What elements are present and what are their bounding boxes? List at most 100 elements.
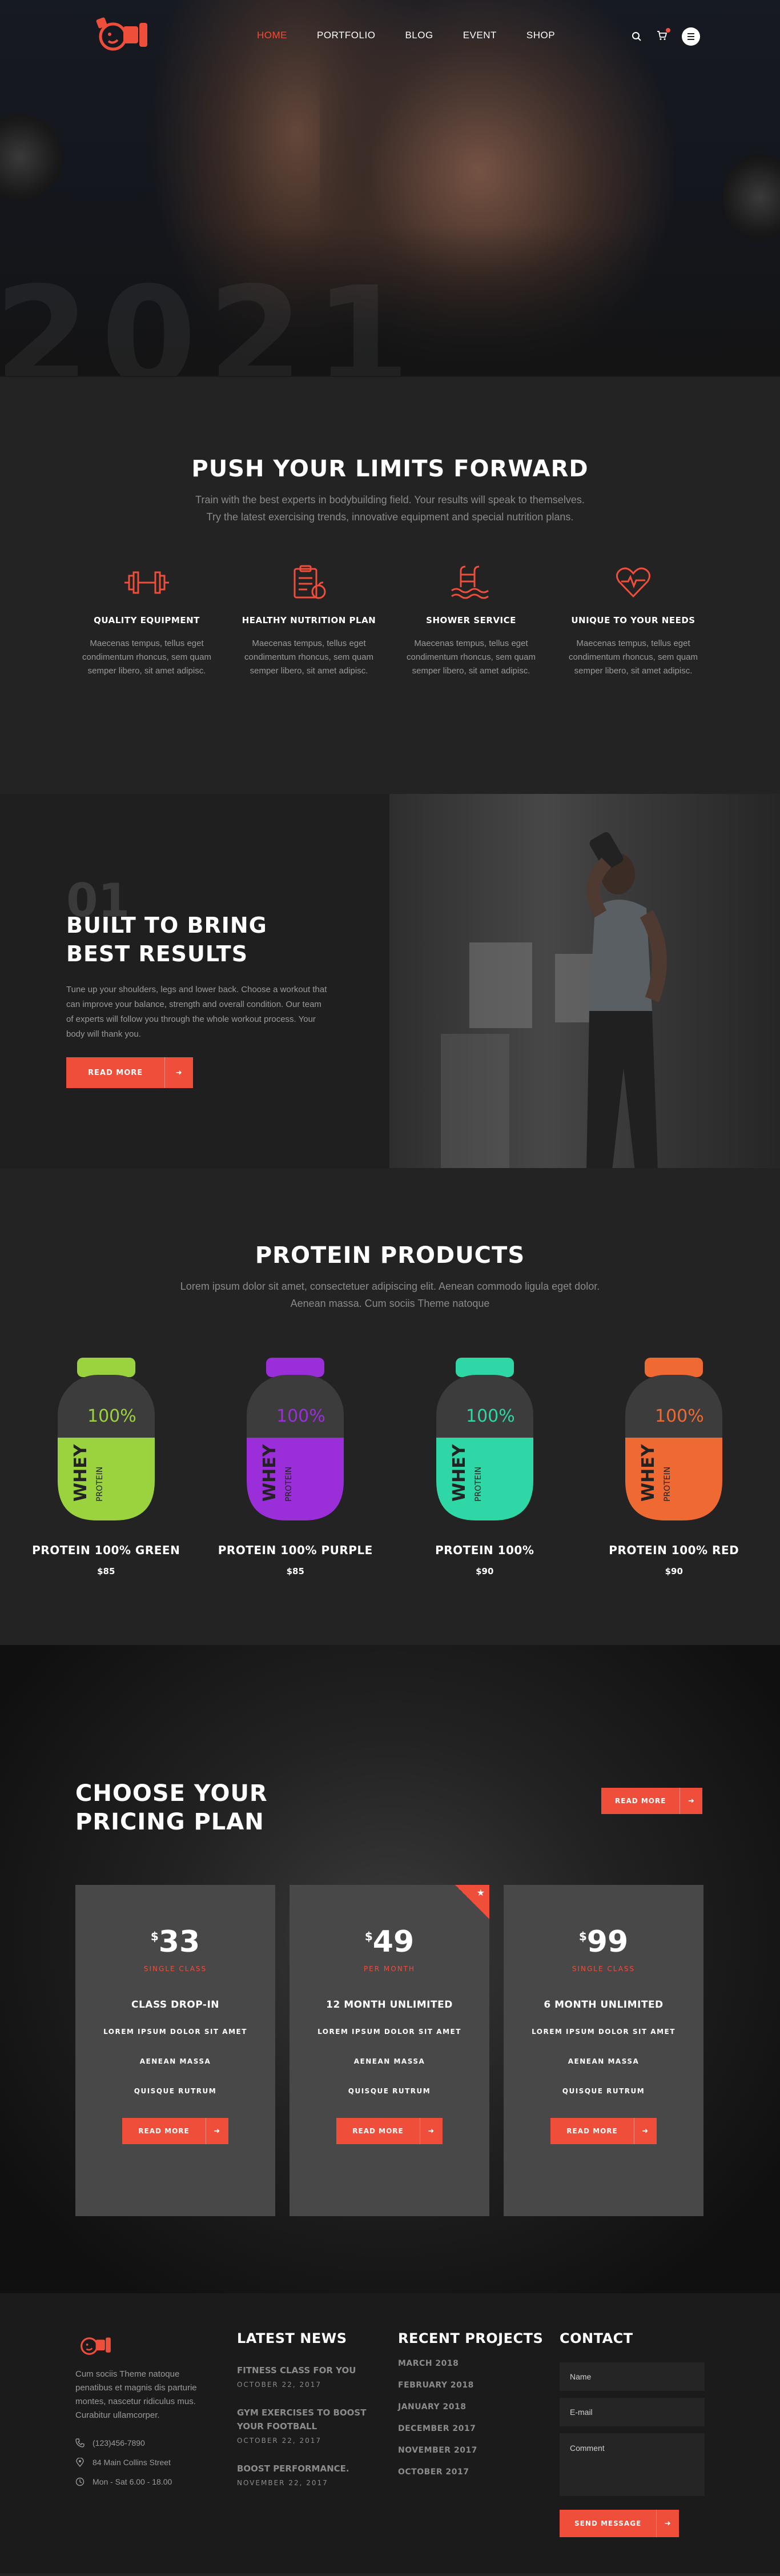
featured-ribbon: ★ bbox=[455, 1885, 489, 1919]
nav-home[interactable]: HOME bbox=[257, 30, 287, 41]
plan-price: $33 bbox=[150, 1925, 200, 1959]
project-link[interactable]: DECEMBER 2017 bbox=[398, 2424, 543, 2433]
site-logo[interactable] bbox=[91, 11, 154, 57]
clipboard-apple-icon bbox=[293, 565, 326, 599]
woman-athlete-image bbox=[586, 832, 667, 1168]
news-link[interactable]: FITNESS CLASS FOR YOU bbox=[237, 2364, 385, 2377]
footer-phone[interactable]: (123)456-7890 bbox=[93, 2438, 145, 2447]
features-subtitle: Train with the best experts in bodybuild… bbox=[195, 494, 585, 523]
about-text: Tune up your shoulders, legs and lower b… bbox=[66, 985, 327, 1039]
hero-section: 2021 HOME PORTFOLIO BLOG EVENT SHOP bbox=[0, 0, 780, 377]
arrow-right-icon: ➜ bbox=[656, 2510, 679, 2537]
athlete-drinking-image bbox=[389, 794, 780, 1168]
cart-badge bbox=[666, 27, 670, 33]
features-title: PUSH YOUR LIMITS FORWARD bbox=[191, 456, 589, 482]
plan-read-more-button[interactable]: READ MORE ➜ bbox=[550, 2118, 657, 2144]
pricing-card-featured: ★ $49 PER MONTH 12 MONTH UNLIMITED LOREM… bbox=[290, 1885, 489, 2216]
hamburger-icon bbox=[687, 33, 694, 34]
svg-text:WHEY: WHEY bbox=[71, 1443, 91, 1502]
plan-period: SINGLE CLASS bbox=[143, 1965, 207, 1973]
footer-recent-projects: RECENT PROJECTS MARCH 2018 FEBRUARY 2018… bbox=[398, 2330, 543, 2477]
project-link[interactable]: FEBRUARY 2018 bbox=[398, 2381, 543, 2390]
footer-hours: Mon - Sat 6.00 - 18.00 bbox=[93, 2477, 172, 2486]
protein-jar-image: 100% WHEY PROTEIN bbox=[436, 1358, 533, 1520]
plan-period: SINGLE CLASS bbox=[572, 1965, 636, 1973]
plan-features: LOREM IPSUM DOLOR SIT AMET AENEAN MASSA … bbox=[532, 2028, 676, 2095]
product-name: PROTEIN 100% PURPLE bbox=[218, 1543, 373, 1557]
pricing-card: $33 SINGLE CLASS CLASS DROP-IN LOREM IPS… bbox=[75, 1885, 275, 2216]
nav-portfolio[interactable]: PORTFOLIO bbox=[317, 30, 375, 41]
product-name: PROTEIN 100% RED bbox=[609, 1543, 739, 1557]
news-link[interactable]: BOOST PERFORMANCE. bbox=[237, 2462, 385, 2475]
news-date: OCTOBER 22, 2017 bbox=[237, 2381, 322, 2389]
feature-item: QUALITY EQUIPMENT Maecenas tempus, tellu… bbox=[75, 564, 218, 678]
products-subtitle: Lorem ipsum dolor sit amet, consectetuer… bbox=[180, 1281, 600, 1309]
svg-text:WHEY: WHEY bbox=[449, 1443, 469, 1502]
arrow-right-icon: ➜ bbox=[205, 2118, 228, 2144]
plan-read-more-button[interactable]: READ MORE ➜ bbox=[122, 2118, 228, 2144]
plan-price: $99 bbox=[578, 1925, 629, 1959]
protein-jar-image: 100% WHEY PROTEIN bbox=[57, 1358, 155, 1520]
project-link[interactable]: NOVEMBER 2017 bbox=[398, 2446, 543, 2455]
feature-item: UNIQUE TO YOUR NEEDS Maecenas tempus, te… bbox=[562, 564, 705, 678]
product-price: $85 bbox=[286, 1566, 304, 1576]
project-link[interactable]: JANUARY 2018 bbox=[398, 2402, 543, 2412]
contact-heading: CONTACT bbox=[560, 2330, 633, 2346]
email-field[interactable] bbox=[560, 2398, 705, 2426]
plan-period: PER MONTH bbox=[363, 1965, 416, 1973]
news-item: GYM EXERCISES TO BOOST YOUR FOOTBALL OCT… bbox=[237, 2406, 385, 2445]
heart-pulse-icon bbox=[616, 567, 650, 598]
feature-text: Maecenas tempus, tellus eget condimentum… bbox=[82, 639, 211, 676]
product-card[interactable]: 100% WHEY PROTEIN PROTEIN 100% GREEN $85 bbox=[21, 1358, 192, 1576]
footer-latest-news: LATEST NEWS FITNESS CLASS FOR YOU OCTOBE… bbox=[237, 2330, 385, 2487]
product-name: PROTEIN 100% bbox=[435, 1543, 534, 1557]
send-message-button[interactable]: SEND MESSAGE ➜ bbox=[560, 2510, 680, 2537]
search-icon[interactable] bbox=[632, 31, 642, 42]
star-icon: ★ bbox=[476, 1888, 485, 1898]
protein-jar-image: 100% WHEY PROTEIN bbox=[625, 1358, 723, 1520]
project-link[interactable]: MARCH 2018 bbox=[398, 2359, 543, 2368]
products-title: PROTEIN PRODUCTS bbox=[255, 1242, 525, 1269]
clock-icon bbox=[75, 2477, 85, 2486]
projects-heading: RECENT PROJECTS bbox=[398, 2330, 544, 2346]
product-card[interactable]: 100% WHEY PROTEIN PROTEIN 100% PURPLE $85 bbox=[210, 1358, 381, 1576]
cart-button[interactable] bbox=[657, 27, 670, 43]
footer-logo[interactable] bbox=[75, 2330, 115, 2359]
plan-read-more-button[interactable]: READ MORE ➜ bbox=[336, 2118, 443, 2144]
news-item: FITNESS CLASS FOR YOU OCTOBER 22, 2017 bbox=[237, 2364, 385, 2389]
plan-name: 12 MONTH UNLIMITED bbox=[326, 1999, 453, 2011]
site-footer: Cum sociis Theme natoque penatibus et ma… bbox=[0, 2293, 780, 2573]
svg-text:PROTEIN: PROTEIN bbox=[284, 1467, 293, 1502]
footer-about-text: Cum sociis Theme natoque penatibus et ma… bbox=[75, 2369, 197, 2420]
features-section: PUSH YOUR LIMITS FORWARD Train with the … bbox=[0, 377, 780, 794]
comment-field[interactable] bbox=[560, 2433, 705, 2496]
news-heading: LATEST NEWS bbox=[237, 2330, 347, 2346]
news-date: NOVEMBER 22, 2017 bbox=[237, 2479, 328, 2487]
feature-text: Maecenas tempus, tellus eget condimentum… bbox=[244, 639, 373, 676]
nav-shop[interactable]: SHOP bbox=[526, 30, 555, 41]
nav-event[interactable]: EVENT bbox=[463, 30, 497, 41]
product-name: PROTEIN 100% GREEN bbox=[32, 1543, 180, 1557]
main-navigation: HOME PORTFOLIO BLOG EVENT SHOP bbox=[0, 0, 780, 69]
svg-text:PROTEIN: PROTEIN bbox=[474, 1467, 483, 1502]
protein-jar-image: 100% WHEY PROTEIN bbox=[247, 1358, 344, 1520]
pricing-read-more-button[interactable]: READ MORE ➜ bbox=[601, 1788, 703, 1814]
feature-title: HEALTHY NUTRITION PLAN bbox=[242, 615, 376, 625]
menu-toggle-button[interactable] bbox=[682, 27, 700, 46]
project-link[interactable]: OCTOBER 2017 bbox=[398, 2467, 543, 2477]
product-card[interactable]: 100% WHEY PROTEIN PROTEIN 100% $90 bbox=[399, 1358, 570, 1576]
nav-menu: HOME PORTFOLIO BLOG EVENT SHOP bbox=[257, 30, 555, 41]
logo-dumbbell-face-icon bbox=[96, 17, 147, 51]
news-link[interactable]: GYM EXERCISES TO BOOST YOUR FOOTBALL bbox=[237, 2406, 385, 2433]
read-more-button[interactable]: READ MORE ➜ bbox=[66, 1057, 194, 1088]
feature-title: QUALITY EQUIPMENT bbox=[94, 615, 200, 625]
products-section: PROTEIN PRODUCTS Lorem ipsum dolor sit a… bbox=[0, 1168, 780, 1645]
product-card[interactable]: 100% WHEY PROTEIN PROTEIN 100% RED $90 bbox=[588, 1358, 759, 1576]
nav-blog[interactable]: BLOG bbox=[405, 30, 433, 41]
arrow-right-icon: ➜ bbox=[680, 1788, 702, 1814]
name-field[interactable] bbox=[560, 2362, 705, 2391]
plan-price: $49 bbox=[364, 1925, 415, 1959]
location-pin-icon bbox=[76, 2458, 84, 2467]
svg-text:100%: 100% bbox=[276, 1406, 325, 1426]
arrow-right-icon: ➜ bbox=[633, 2118, 657, 2144]
